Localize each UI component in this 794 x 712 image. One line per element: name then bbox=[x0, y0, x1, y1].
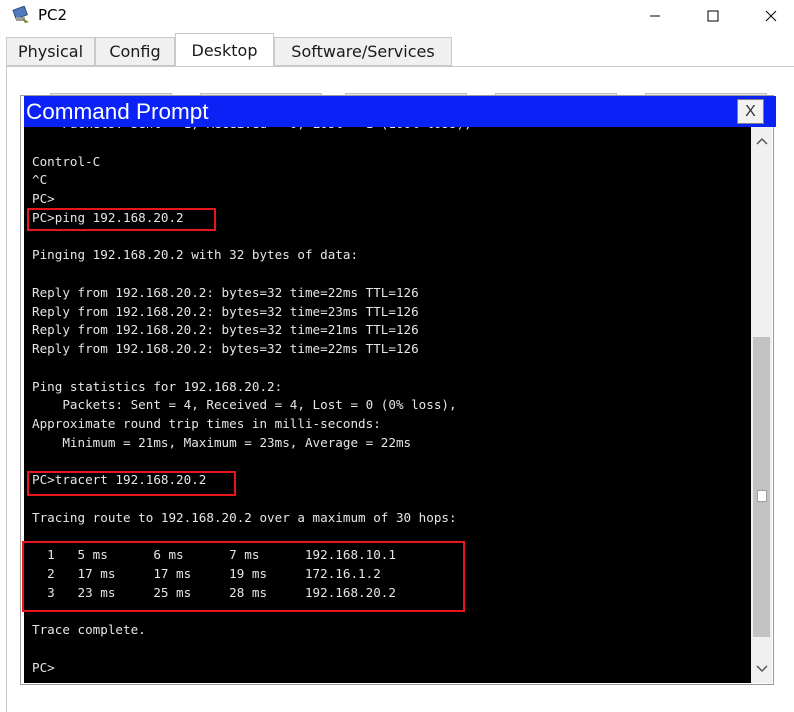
terminal-line: Tracing route to 192.168.20.2 over a max… bbox=[32, 509, 457, 525]
tab-physical[interactable]: Physical bbox=[6, 37, 95, 66]
terminal-line: Reply from 192.168.20.2: bytes=32 time=2… bbox=[32, 303, 419, 319]
terminal-line: PC> bbox=[32, 191, 55, 206]
close-button[interactable] bbox=[748, 0, 794, 32]
minimize-button[interactable] bbox=[632, 0, 678, 32]
tracert-command-highlight bbox=[27, 471, 236, 496]
terminal-line: Trace complete. bbox=[32, 622, 146, 638]
scroll-thumb[interactable] bbox=[757, 490, 767, 502]
command-prompt-title: Command Prompt bbox=[26, 99, 209, 124]
command-prompt-close-button[interactable]: X bbox=[737, 99, 764, 124]
scroll-down-button[interactable] bbox=[751, 657, 772, 681]
terminal-line: Ping statistics for 192.168.20.2: bbox=[32, 378, 283, 394]
terminal-line: Control-C bbox=[32, 153, 101, 169]
maximize-icon bbox=[707, 10, 719, 22]
close-icon bbox=[765, 10, 777, 22]
terminal-line: Reply from 192.168.20.2: bytes=32 time=2… bbox=[32, 341, 419, 356]
computer-icon bbox=[12, 5, 32, 24]
terminal-line: PC> bbox=[32, 659, 55, 675]
terminal-line: Minimum = 21ms, Maximum = 23ms, Average … bbox=[32, 434, 412, 450]
minimize-icon bbox=[650, 15, 660, 17]
terminal-line: Reply from 192.168.20.2: bytes=32 time=2… bbox=[32, 322, 419, 338]
terminal-line: ^C bbox=[32, 172, 48, 188]
scroll-up-button[interactable] bbox=[751, 129, 772, 153]
terminal-line: Reply from 192.168.20.2: bytes=32 time=2… bbox=[32, 284, 419, 300]
chevron-up-icon bbox=[755, 137, 768, 145]
window-titlebar: PC2 bbox=[0, 0, 794, 32]
terminal-line: Packets: Sent = 4, Received = 4, Lost = … bbox=[32, 397, 457, 413]
tab-software-services[interactable]: Software/Services bbox=[274, 37, 452, 66]
terminal-line: Packets: Sent = 1, Received = 0, Lost = … bbox=[32, 127, 471, 134]
tab-desktop[interactable]: Desktop bbox=[175, 33, 274, 66]
tab-strip: Physical Config Desktop Software/Service… bbox=[0, 32, 794, 66]
chevron-down-icon bbox=[755, 665, 768, 673]
scroll-track[interactable] bbox=[753, 337, 770, 637]
tracert-hops-highlight bbox=[22, 541, 465, 612]
terminal-scrollbar[interactable] bbox=[751, 127, 772, 683]
terminal-line: Approximate round trip times in milli-se… bbox=[32, 416, 381, 431]
window-title: PC2 bbox=[38, 6, 68, 24]
tab-config[interactable]: Config bbox=[95, 37, 175, 66]
command-prompt-titlebar: Command Prompt X bbox=[24, 96, 776, 127]
terminal-line: Pinging 192.168.20.2 with 32 bytes of da… bbox=[32, 247, 359, 263]
maximize-button[interactable] bbox=[690, 0, 736, 32]
ping-command-highlight bbox=[27, 208, 216, 231]
